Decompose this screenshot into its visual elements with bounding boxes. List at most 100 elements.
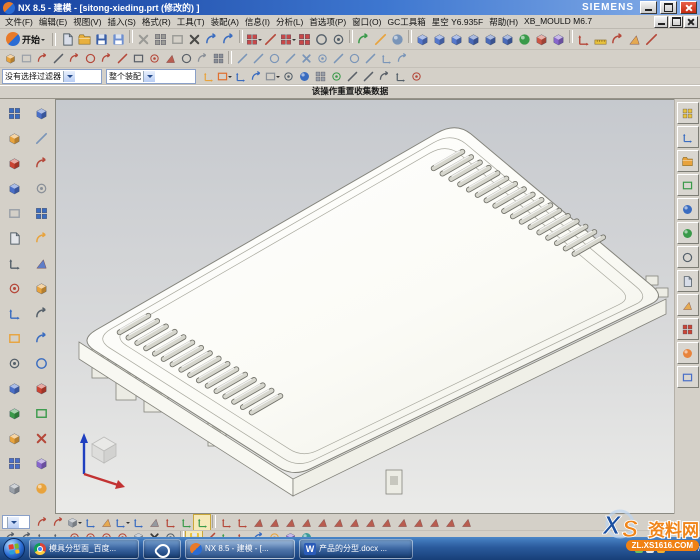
polygon-icon[interactable] <box>162 51 178 66</box>
shell-icon[interactable] <box>29 276 53 301</box>
center-point-icon[interactable] <box>408 69 424 84</box>
datum-csys-icon[interactable] <box>178 515 194 530</box>
bridge-curve-icon[interactable] <box>82 515 98 530</box>
view-plane-icon[interactable] <box>394 515 410 530</box>
line-width-icon[interactable] <box>344 69 360 84</box>
system-scenes-icon[interactable] <box>677 366 699 388</box>
fixed-plane-icon[interactable] <box>378 515 394 530</box>
equal-constraint-icon[interactable] <box>282 51 298 66</box>
unite-icon[interactable] <box>465 30 482 48</box>
mdi-close-button[interactable] <box>684 16 698 28</box>
new-file-icon[interactable] <box>59 30 76 48</box>
taskbar-nx-button[interactable]: NX 8.5 - 建模 - [... <box>185 539 295 559</box>
snap-point-icon[interactable] <box>200 69 216 84</box>
two-line-plane-icon[interactable] <box>442 515 458 530</box>
tangent-plane-icon[interactable] <box>314 515 330 530</box>
cube-view-icon[interactable] <box>66 515 82 530</box>
inferred-plane-icon[interactable] <box>410 515 426 530</box>
direction-icon[interactable] <box>2 251 26 276</box>
edit-feature-icon[interactable] <box>2 476 26 501</box>
assembly-navigator-icon[interactable] <box>677 102 699 124</box>
menu-item[interactable]: 工具(T) <box>174 16 208 28</box>
taskbar-word-button[interactable]: W 产品的分型.docx ... <box>299 539 413 559</box>
menu-item[interactable]: 帮助(H) <box>486 16 521 28</box>
restore-button[interactable] <box>660 1 677 14</box>
selection-box-icon[interactable] <box>264 69 280 84</box>
sew-icon[interactable] <box>29 426 53 451</box>
perpendicular-constraint-icon[interactable] <box>234 51 250 66</box>
save-as-icon[interactable] <box>110 30 127 48</box>
part-navigator-icon[interactable] <box>677 150 699 172</box>
pattern-curve-icon[interactable] <box>210 51 226 66</box>
visual-reports-icon[interactable] <box>677 318 699 340</box>
midpoint-constraint-icon[interactable] <box>314 51 330 66</box>
thread-icon[interactable] <box>29 301 53 326</box>
tray-icon[interactable] <box>657 545 665 553</box>
constraint-navigator-icon[interactable] <box>677 126 699 148</box>
block-icon[interactable] <box>448 30 465 48</box>
link-browser-icon[interactable] <box>262 30 279 48</box>
distance-plane-icon[interactable] <box>362 515 378 530</box>
open-file-icon[interactable] <box>76 30 93 48</box>
datum-plane-icon[interactable] <box>216 69 232 84</box>
profile-icon[interactable] <box>34 51 50 66</box>
menu-item[interactable]: 编辑(E) <box>36 16 70 28</box>
combo-arrow-icon[interactable] <box>143 71 155 82</box>
move-object-icon[interactable] <box>232 69 248 84</box>
assembly-module-icon[interactable] <box>2 126 26 151</box>
taskbar-chrome-button[interactable]: 模具分型面_百度... <box>29 539 139 559</box>
render-style-icon[interactable] <box>389 30 406 48</box>
window-tile-icon[interactable] <box>279 30 296 48</box>
line-icon[interactable] <box>50 51 66 66</box>
split-body-icon[interactable] <box>29 151 53 176</box>
vertical-constraint-icon[interactable] <box>378 51 394 66</box>
subtract-icon[interactable] <box>482 30 499 48</box>
manufacturing-wizard-icon[interactable] <box>677 294 699 316</box>
shaded-view-icon[interactable] <box>296 69 312 84</box>
copy-icon[interactable] <box>152 30 169 48</box>
patch-icon[interactable] <box>29 401 53 426</box>
window-layout-icon[interactable] <box>245 30 262 48</box>
point-set-icon[interactable] <box>114 515 130 530</box>
sketch-scale-icon[interactable] <box>34 515 50 530</box>
menu-item[interactable]: 格式(R) <box>139 16 174 28</box>
menu-item[interactable]: 窗口(O) <box>349 16 384 28</box>
arc-plane-icon[interactable] <box>458 515 474 530</box>
web-browser-icon[interactable] <box>677 222 699 244</box>
menu-item[interactable]: 装配(A) <box>208 16 242 28</box>
feature-group-icon[interactable] <box>29 101 53 126</box>
mold-wizard-icon[interactable] <box>2 151 26 176</box>
horizontal-constraint-icon[interactable] <box>362 51 378 66</box>
point-tool-icon[interactable] <box>2 351 26 376</box>
offset-face-icon[interactable] <box>29 176 53 201</box>
rotate-view-icon[interactable] <box>248 69 264 84</box>
ellipse-icon[interactable] <box>178 51 194 66</box>
delete-icon[interactable] <box>186 30 203 48</box>
menu-item[interactable]: 视图(V) <box>70 16 104 28</box>
zoom-in-icon[interactable] <box>330 30 347 48</box>
snap-enable-icon[interactable] <box>328 69 344 84</box>
line-style-icon[interactable] <box>360 69 376 84</box>
curve-plane-icon[interactable] <box>346 515 362 530</box>
plane-angle-icon[interactable] <box>250 515 266 530</box>
window-cascade-icon[interactable] <box>296 30 313 48</box>
taskbar-baidu-pan-button[interactable] <box>143 539 181 559</box>
sweep-icon[interactable] <box>29 326 53 351</box>
symmetric-constraint-icon[interactable] <box>394 51 410 66</box>
curve-style-icon[interactable] <box>376 69 392 84</box>
cut-icon[interactable] <box>135 30 152 48</box>
section-curve-icon[interactable] <box>609 30 626 48</box>
minimize-button[interactable] <box>640 1 657 14</box>
plus-tool-icon[interactable] <box>2 301 26 326</box>
menu-item[interactable]: 文件(F) <box>2 16 36 28</box>
refresh-icon[interactable] <box>355 30 372 48</box>
scope-filter-combo[interactable]: 整个装配 <box>106 69 196 84</box>
emboss-icon[interactable] <box>29 376 53 401</box>
fillet-icon[interactable] <box>98 51 114 66</box>
style-brush-icon[interactable] <box>372 30 389 48</box>
mid-plane-icon[interactable] <box>282 515 298 530</box>
menu-item[interactable]: 信息(I) <box>242 16 273 28</box>
hd3d-tools-icon[interactable] <box>677 198 699 220</box>
modeling-module-icon[interactable] <box>2 176 26 201</box>
thicken-icon[interactable] <box>29 451 53 476</box>
